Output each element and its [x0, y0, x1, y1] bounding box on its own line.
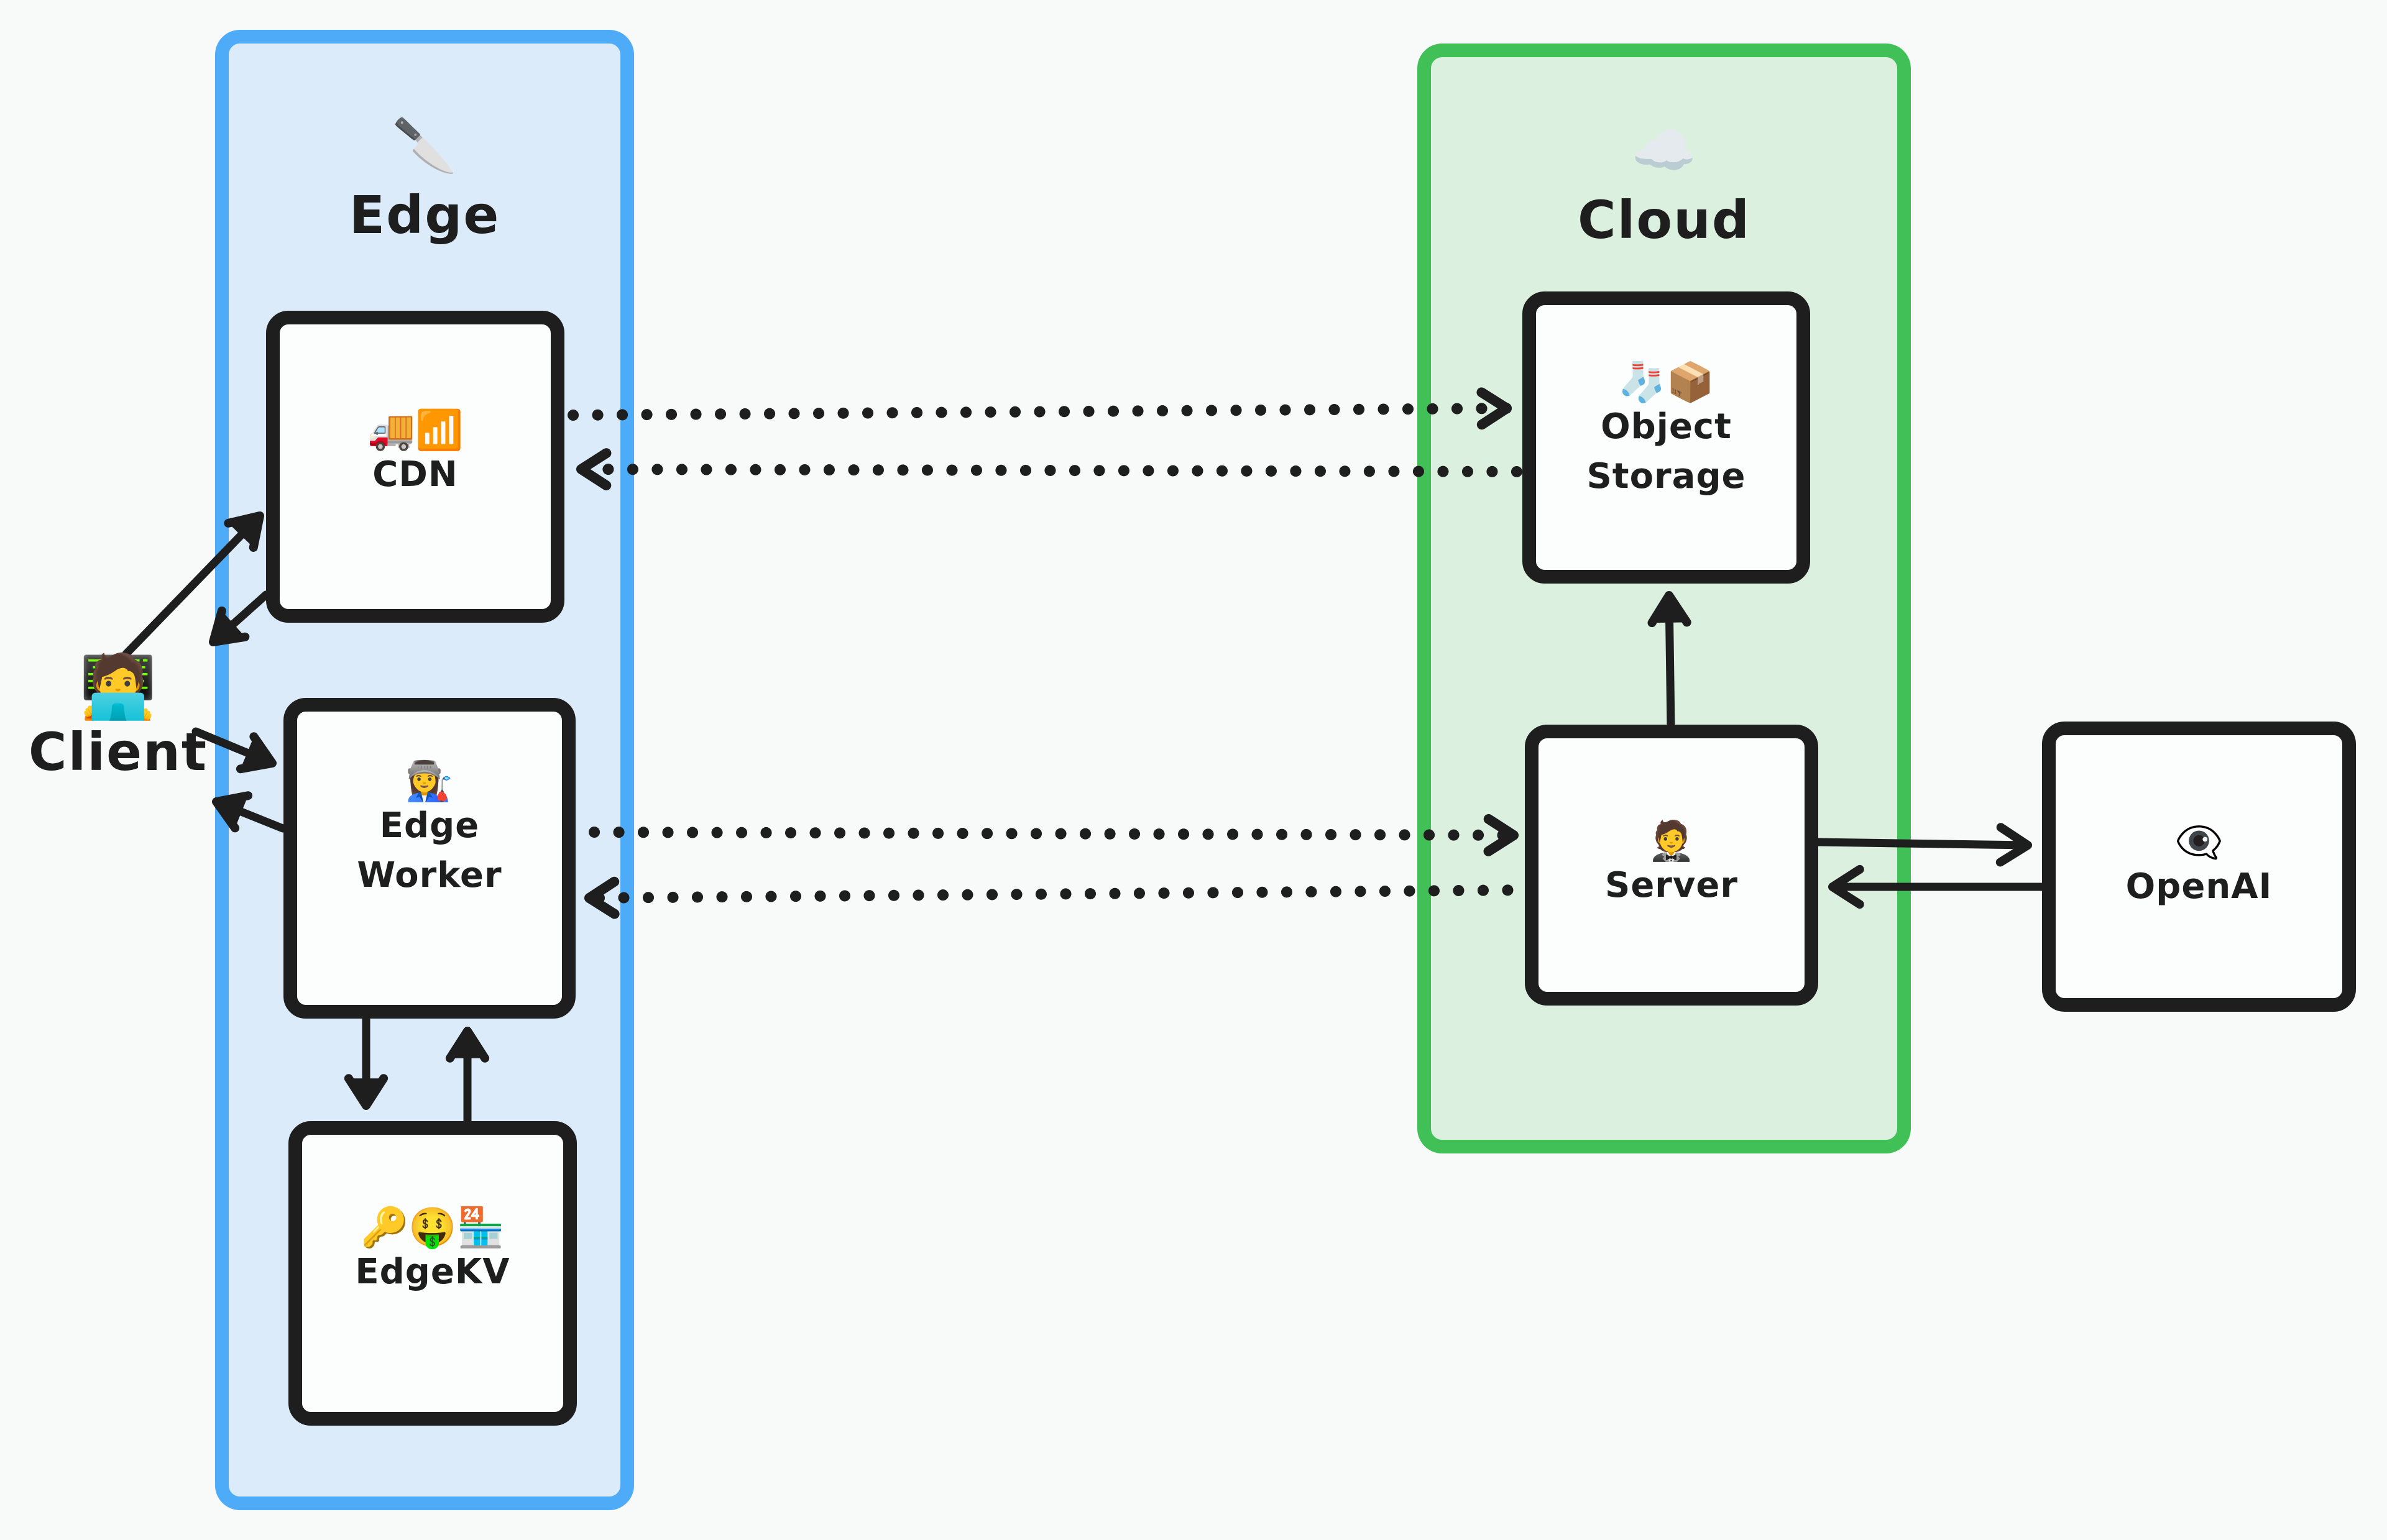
- arrow-server-to-edge-worker[interactable]: [584, 876, 1538, 919]
- edge-group-title: Edge: [349, 185, 500, 245]
- person-in-tuxedo-icon: 🤵: [1647, 817, 1696, 863]
- cloud-icon: ☁️: [1631, 120, 1697, 181]
- key-money-mouth-store-icon: 🔑🤑🏪: [361, 1204, 505, 1250]
- kitchen-knife-icon: 🔪: [392, 115, 458, 176]
- arrow-line: [584, 884, 1538, 904]
- cdn-node[interactable]: 🚚📶 CDN: [266, 311, 564, 623]
- arrow-line: [1814, 838, 2032, 850]
- eye-in-speech-bubble-icon: 👁️‍🗨️: [2174, 819, 2224, 865]
- server-label: Server: [1604, 864, 1739, 905]
- socks-package-icon: 🧦📦: [1618, 359, 1714, 405]
- arrow-edge-worker-to-server[interactable]: [589, 814, 1519, 856]
- openai-node[interactable]: 👁️‍🗨️ OpenAI: [2042, 722, 2356, 1012]
- arrow-line: [576, 464, 1522, 477]
- edge-worker-label: Edge Worker: [357, 805, 502, 896]
- server-node[interactable]: 🤵 Server: [1525, 725, 1818, 1006]
- cdn-label: CDN: [372, 454, 458, 495]
- openai-label: OpenAI: [2125, 866, 2273, 907]
- edge-worker-node[interactable]: 👩‍🏭 Edge Worker: [283, 698, 576, 1019]
- arrow-object-storage-to-cdn[interactable]: [576, 448, 1522, 491]
- client-label: Client: [28, 722, 208, 782]
- client-node[interactable]: 🧑‍💻 Client: [25, 653, 211, 784]
- woman-factory-worker-icon: 👩‍🏭: [405, 758, 454, 804]
- arrow-line: [1665, 591, 1675, 730]
- technologist-icon: 🧑‍💻: [79, 650, 157, 723]
- object-storage-label: Object Storage: [1586, 406, 1746, 497]
- edgekv-label: EdgeKV: [355, 1251, 510, 1292]
- arrow-cdn-to-object-storage[interactable]: [568, 387, 1512, 430]
- arrow-line: [589, 827, 1519, 841]
- arrow-line: [568, 403, 1512, 421]
- edgekv-node[interactable]: 🔑🤑🏪 EdgeKV: [288, 1121, 577, 1426]
- object-storage-node[interactable]: 🧦📦 Object Storage: [1522, 291, 1810, 584]
- delivery-truck-signal-bars-icon: 🚚📶: [367, 406, 464, 452]
- cloud-group-title: Cloud: [1577, 190, 1751, 250]
